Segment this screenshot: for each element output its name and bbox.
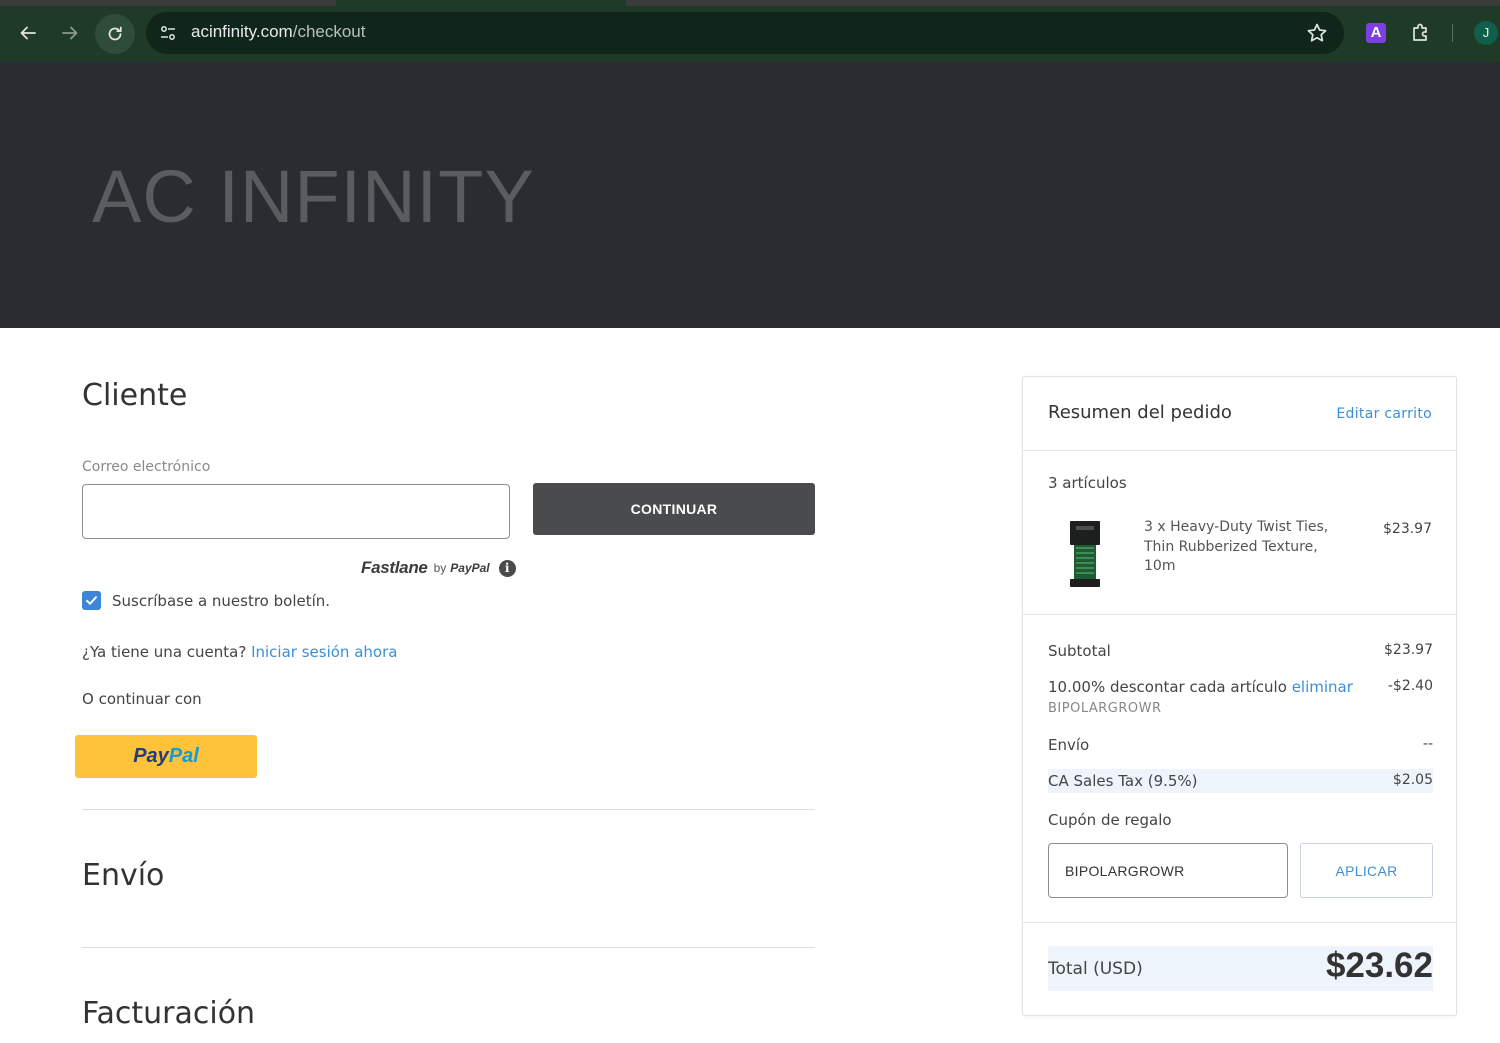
tax-value: $2.05 [1392, 772, 1433, 788]
checkmark-icon [86, 596, 97, 605]
shipping-section-title: Envío [82, 858, 165, 893]
paypal-logo-pal: Pal [168, 745, 199, 767]
section-divider [82, 809, 815, 810]
active-tab[interactable] [336, 0, 626, 6]
shipping-value: -- [1422, 736, 1433, 752]
tab-strip [0, 0, 1500, 6]
account-prompt-line: ¿Ya tiene una cuenta? Iniciar sesión aho… [82, 643, 397, 661]
summary-divider [1023, 614, 1456, 615]
summary-divider [1023, 922, 1456, 923]
address-bar[interactable]: acinfinity.com/checkout [146, 12, 1344, 54]
product-price: $23.97 [1383, 521, 1432, 537]
email-field[interactable] [82, 484, 510, 539]
billing-section-title: Facturación [82, 996, 256, 1031]
subtotal-value: $23.97 [1384, 642, 1433, 658]
url-path: /checkout [292, 22, 366, 41]
profile-avatar[interactable]: J [1474, 21, 1498, 45]
discount-value: -$2.40 [1387, 678, 1433, 694]
url-domain: acinfinity.com [191, 22, 293, 41]
site-info-icon[interactable] [156, 21, 180, 45]
browser-toolbar: acinfinity.com/checkout A J [0, 0, 1500, 62]
product-name: 3 x Heavy-Duty Twist Ties, Thin Rubberiz… [1144, 519, 1329, 574]
info-icon[interactable]: i [498, 559, 516, 577]
fastlane-paypal-badge: Fastlane by PayPal i [361, 558, 516, 578]
toolbar-separator [1452, 24, 1453, 42]
apply-coupon-button[interactable]: APLICAR [1300, 843, 1433, 898]
shipping-row: Envío -- [1048, 736, 1433, 754]
section-divider [82, 947, 815, 948]
shipping-label: Envío [1048, 736, 1090, 754]
email-label: Correo electrónico [82, 459, 211, 475]
fastlane-by: by [433, 561, 447, 575]
paypal-logo-pay: Pay [133, 745, 169, 767]
newsletter-label[interactable]: Suscríbase a nuestro boletín. [112, 592, 330, 610]
order-summary: Resumen del pedido Editar carrito 3 artí… [1022, 376, 1457, 1016]
url-text[interactable]: acinfinity.com/checkout [191, 22, 365, 42]
arrow-left-icon [20, 26, 36, 40]
newsletter-option[interactable]: Suscríbase a nuestro boletín. [82, 591, 330, 610]
site-header: AC INFINITY [0, 62, 1500, 328]
extensions-puzzle-icon[interactable] [1409, 21, 1433, 45]
total-row: Total (USD) $23.62 [1048, 946, 1433, 991]
reload-icon [108, 26, 122, 41]
fastlane-logo: Fastlane [361, 558, 428, 577]
summary-divider [1023, 450, 1456, 451]
bookmark-star-icon[interactable] [1306, 22, 1328, 44]
reload-button[interactable] [95, 14, 135, 54]
subtotal-row: Subtotal $23.97 [1048, 642, 1433, 660]
newsletter-checkbox[interactable] [82, 591, 101, 610]
remove-discount-link[interactable]: eliminar [1292, 678, 1353, 696]
forward-button[interactable] [52, 15, 88, 51]
discount-label: 10.00% descontar cada artículo [1048, 678, 1287, 696]
coupon-field[interactable] [1048, 843, 1288, 898]
paypal-button[interactable]: Pay Pal [75, 735, 257, 778]
summary-title: Resumen del pedido [1048, 402, 1232, 423]
fastlane-paypal: PayPal [450, 561, 490, 575]
item-count: 3 artículos [1048, 474, 1127, 492]
back-button[interactable] [10, 15, 46, 51]
continue-button[interactable]: CONTINUAR [533, 483, 815, 535]
extension-a-icon[interactable]: A [1366, 23, 1386, 43]
total-value: $23.62 [1325, 946, 1433, 985]
discount-code: BIPOLARGROWR [1048, 701, 1162, 716]
customer-section-title: Cliente [82, 378, 188, 413]
tax-row: CA Sales Tax (9.5%) $2.05 [1048, 769, 1433, 793]
site-logo[interactable]: AC INFINITY [92, 154, 535, 239]
discount-row: 10.00% descontar cada artículo eliminar … [1048, 678, 1433, 696]
coupon-label: Cupón de regalo [1048, 811, 1172, 829]
arrow-right-icon [62, 26, 78, 40]
tax-label: CA Sales Tax (9.5%) [1048, 772, 1198, 790]
product-thumbnail [1067, 521, 1103, 587]
total-label: Total (USD) [1048, 959, 1143, 979]
subtotal-label: Subtotal [1048, 642, 1111, 660]
edit-cart-link[interactable]: Editar carrito [1336, 406, 1432, 422]
signin-link[interactable]: Iniciar sesión ahora [251, 643, 397, 661]
account-prompt: ¿Ya tiene una cuenta? [82, 643, 247, 661]
or-continue-label: O continuar con [82, 690, 202, 708]
